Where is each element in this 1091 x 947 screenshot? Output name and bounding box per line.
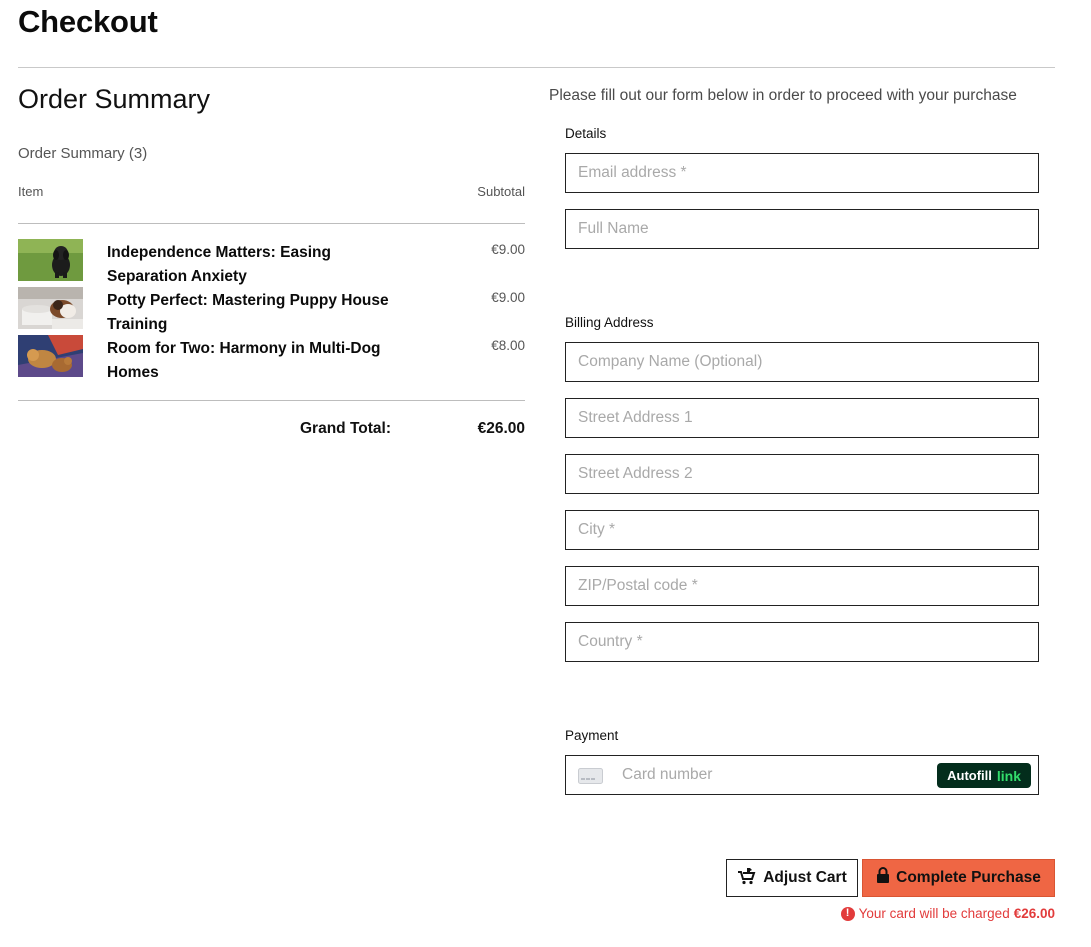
cart-item-price: €9.00 xyxy=(491,290,525,305)
product-thumbnail xyxy=(18,287,83,329)
street1-field-wrapper xyxy=(565,398,1039,438)
form-intro-text: Please fill out our form below in order … xyxy=(549,87,1017,104)
country-field-wrapper xyxy=(565,622,1039,662)
cart-item-title: Room for Two: Harmony in Multi-Dog Homes xyxy=(107,340,381,381)
total-divider xyxy=(18,400,525,401)
charge-notice-amount: €26.00 xyxy=(1013,906,1055,921)
company-name-field[interactable] xyxy=(566,343,1038,381)
street-address-1-field[interactable] xyxy=(566,399,1038,437)
card-number-field-wrapper: Autofill link xyxy=(565,755,1039,795)
autofill-link-button[interactable]: Autofill link xyxy=(937,763,1031,788)
city-field-wrapper xyxy=(565,510,1039,550)
cart-item-price: €9.00 xyxy=(491,242,525,257)
payment-section-label: Payment xyxy=(565,728,619,743)
complete-purchase-button[interactable]: Complete Purchase xyxy=(862,859,1055,897)
email-field-wrapper xyxy=(565,153,1039,193)
card-number-field[interactable] xyxy=(610,756,910,794)
adjust-cart-label: Adjust Cart xyxy=(763,869,847,886)
details-section-label: Details xyxy=(565,126,607,141)
street-address-2-field[interactable] xyxy=(566,455,1038,493)
column-header-item: Item xyxy=(18,184,44,199)
zip-field-wrapper xyxy=(565,566,1039,606)
grand-total-label: Grand Total: xyxy=(300,420,391,437)
order-summary-heading: Order Summary xyxy=(18,84,211,114)
charge-notice: ! Your card will be charged €26.00 xyxy=(840,906,1055,921)
full-name-field[interactable] xyxy=(566,210,1038,248)
full-name-field-wrapper xyxy=(565,209,1039,249)
lock-icon xyxy=(876,867,890,889)
billing-section-label: Billing Address xyxy=(565,315,654,330)
country-field[interactable] xyxy=(566,623,1038,661)
cart-item: Independence Matters: Easing Separation … xyxy=(18,239,525,285)
cart-item: Potty Perfect: Mastering Puppy House Tra… xyxy=(18,287,525,333)
cart-item-title: Potty Perfect: Mastering Puppy House Tra… xyxy=(107,292,389,333)
charge-notice-text: Your card will be charged xyxy=(858,906,1010,921)
street2-field-wrapper xyxy=(565,454,1039,494)
product-thumbnail xyxy=(18,335,83,377)
grand-total-value: €26.00 xyxy=(477,420,525,437)
order-summary-count: Order Summary (3) xyxy=(18,145,148,162)
city-field[interactable] xyxy=(566,511,1038,549)
autofill-label: Autofill xyxy=(947,768,992,783)
product-thumbnail xyxy=(18,239,83,281)
credit-card-icon xyxy=(578,768,603,784)
header-divider xyxy=(18,67,1055,68)
link-brand-label: link xyxy=(996,767,1021,784)
cart-item: Room for Two: Harmony in Multi-Dog Homes… xyxy=(18,335,525,381)
adjust-cart-button[interactable]: Adjust Cart xyxy=(726,859,858,897)
company-field-wrapper xyxy=(565,342,1039,382)
dog-cart-icon xyxy=(737,867,757,890)
complete-purchase-label: Complete Purchase xyxy=(896,869,1041,886)
cart-item-price: €8.00 xyxy=(491,338,525,353)
cart-item-title: Independence Matters: Easing Separation … xyxy=(107,244,331,285)
zip-postal-code-field[interactable] xyxy=(566,567,1038,605)
page-title: Checkout xyxy=(18,4,158,39)
summary-divider xyxy=(18,223,525,224)
alert-icon: ! xyxy=(840,906,855,921)
column-header-subtotal: Subtotal xyxy=(477,184,525,199)
email-field[interactable] xyxy=(566,154,1038,192)
